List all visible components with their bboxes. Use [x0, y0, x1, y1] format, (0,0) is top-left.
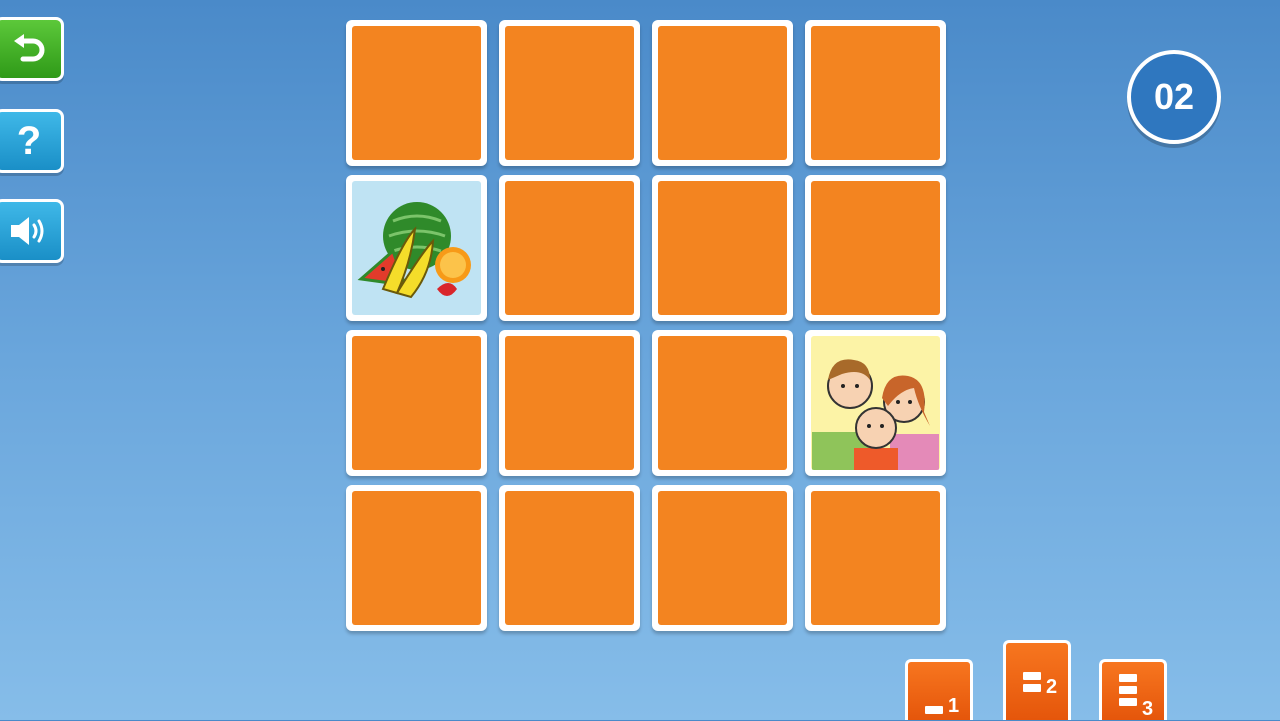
family-illustration	[812, 359, 939, 470]
card-back	[352, 491, 481, 625]
card-back	[658, 491, 787, 625]
card-back	[505, 336, 634, 470]
level-number: 2	[1046, 676, 1058, 698]
level-3-button[interactable]: 3	[1099, 659, 1167, 720]
back-button[interactable]	[0, 17, 64, 81]
card-back	[352, 26, 481, 160]
moves-counter-value: 02	[1153, 76, 1195, 117]
level-number: 1	[948, 695, 960, 717]
sound-button[interactable]	[0, 199, 64, 263]
card-hidden[interactable]	[652, 175, 793, 321]
card-back	[658, 181, 787, 315]
speaker-icon	[11, 217, 44, 245]
card-hidden[interactable]	[499, 175, 640, 321]
card-back	[505, 181, 634, 315]
level-bar-icon	[1023, 684, 1041, 692]
level-bar-icon	[925, 706, 943, 714]
card-back	[505, 491, 634, 625]
card-back	[811, 491, 940, 625]
card-fruits[interactable]	[346, 175, 487, 321]
level-bar-icon	[1119, 674, 1137, 682]
level-2-button[interactable]: 2	[1003, 640, 1071, 720]
card-hidden[interactable]	[346, 20, 487, 166]
card-hidden[interactable]	[805, 175, 946, 321]
help-button[interactable]: ?	[0, 109, 64, 173]
card-hidden[interactable]	[346, 485, 487, 631]
card-hidden[interactable]	[652, 485, 793, 631]
card-back	[811, 181, 940, 315]
card-family[interactable]	[805, 330, 946, 476]
fruits-illustration	[357, 202, 471, 299]
card-hidden[interactable]	[805, 20, 946, 166]
card-back	[505, 26, 634, 160]
card-hidden[interactable]	[499, 330, 640, 476]
card-hidden[interactable]	[499, 20, 640, 166]
card-hidden[interactable]	[652, 330, 793, 476]
card-face	[811, 336, 940, 470]
level-bar-icon	[1119, 698, 1137, 706]
card-back	[352, 336, 481, 470]
card-hidden[interactable]	[652, 20, 793, 166]
level-1-button[interactable]: 1	[905, 659, 973, 720]
card-hidden[interactable]	[346, 330, 487, 476]
card-hidden[interactable]	[805, 485, 946, 631]
help-icon: ?	[16, 119, 42, 163]
card-back	[658, 26, 787, 160]
card-back	[811, 26, 940, 160]
card-back	[658, 336, 787, 470]
level-number: 3	[1142, 698, 1154, 720]
card-face	[352, 181, 481, 315]
moves-counter: 02	[1127, 50, 1221, 144]
undo-arrow-icon	[14, 34, 45, 62]
level-bar-icon	[1119, 686, 1137, 694]
level-bar-icon	[1023, 672, 1041, 680]
card-hidden[interactable]	[499, 485, 640, 631]
